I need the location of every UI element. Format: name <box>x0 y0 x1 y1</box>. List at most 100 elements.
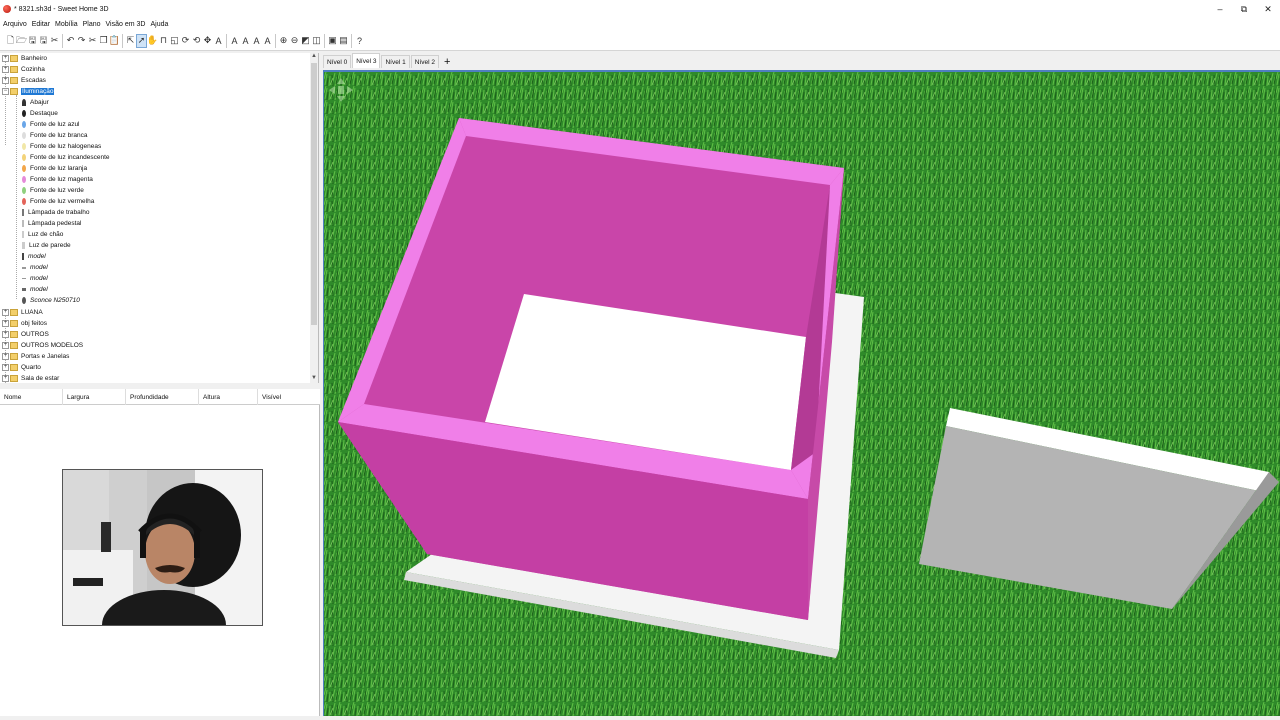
create-walls-icon[interactable]: ⊓ <box>158 34 169 48</box>
redo-icon[interactable]: ↷ <box>76 34 87 48</box>
category-banheiro[interactable]: Banheiro <box>10 53 47 64</box>
italic-text-icon[interactable]: A <box>262 34 273 48</box>
copy-icon[interactable]: ❐ <box>98 34 109 48</box>
catalog-item[interactable]: Fonte de luz branca <box>22 130 87 141</box>
expand-icon[interactable]: + <box>2 331 9 338</box>
expand-icon[interactable]: + <box>2 375 9 382</box>
aerial-view-icon[interactable]: ◩ <box>300 34 311 48</box>
collapse-icon[interactable]: − <box>2 88 9 95</box>
catalog-scrollbar[interactable]: ▲ ▼ <box>310 53 318 383</box>
menu-arquivo[interactable]: Arquivo <box>3 21 27 28</box>
menu-mobilia[interactable]: Mobília <box>55 21 78 28</box>
folder-icon <box>10 55 18 62</box>
catalog-item[interactable]: Fonte de luz magenta <box>22 174 93 185</box>
catalog-item[interactable]: Luz de parede <box>22 240 71 251</box>
column-visivel[interactable]: Visível <box>258 389 320 405</box>
catalog-item[interactable]: model <box>22 262 48 273</box>
preferences-icon[interactable]: ✂ <box>49 34 60 48</box>
3d-view[interactable] <box>323 70 1280 716</box>
category-luana[interactable]: LUANA <box>10 307 43 318</box>
menu-visao-3d[interactable]: Visão em 3D <box>106 21 146 28</box>
catalog-item[interactable]: Lâmpada pedestal <box>22 218 82 229</box>
add-point-icon[interactable]: A <box>213 34 224 48</box>
catalog-item[interactable]: Destaque <box>22 108 58 119</box>
tab-nivel-0[interactable]: Nível 0 <box>323 55 352 68</box>
bold-text-icon[interactable]: A <box>251 34 262 48</box>
furniture-catalog-tree[interactable]: + Banheiro + Cozinha + Escadas − Ilumina… <box>0 53 319 383</box>
catalog-item[interactable]: Sconce N250710 <box>22 295 80 306</box>
category-quarto[interactable]: Quarto <box>10 362 41 373</box>
category-outros-modelos[interactable]: OUTROS MODELOS <box>10 340 83 351</box>
category-cozinha[interactable]: Cozinha <box>10 64 45 75</box>
cut-icon[interactable]: ✂ <box>87 34 98 48</box>
catalog-item[interactable]: Fonte de luz vermelha <box>22 196 94 207</box>
column-profundidade[interactable]: Profundidade <box>126 389 199 405</box>
undo-icon[interactable]: ↶ <box>65 34 76 48</box>
save-icon[interactable]: 🖫 <box>27 34 38 48</box>
create-rooms-icon[interactable]: ◱ <box>169 34 180 48</box>
virtual-visit-icon[interactable]: ◫ <box>311 34 322 48</box>
zoom-out-icon[interactable]: ⊖ <box>289 34 300 48</box>
pedestal-lamp-icon <box>22 220 24 227</box>
create-video-icon[interactable]: ▤ <box>338 34 349 48</box>
expand-icon[interactable]: + <box>2 320 9 327</box>
create-polylines-icon[interactable]: ⟳ <box>180 34 191 48</box>
category-sala-estar[interactable]: Sala de estar <box>10 373 59 383</box>
expand-icon[interactable]: + <box>2 77 9 84</box>
add-furniture-icon[interactable]: ⇱ <box>125 34 136 48</box>
column-nome[interactable]: Nome <box>0 389 63 405</box>
catalog-item[interactable]: Fonte de luz halogeneas <box>22 141 101 152</box>
open-icon[interactable]: 🗁 <box>16 34 27 48</box>
catalog-item[interactable]: Lâmpada de trabalho <box>22 207 89 218</box>
help-icon[interactable]: ? <box>354 34 365 48</box>
column-largura[interactable]: Largura <box>63 389 126 405</box>
paste-icon[interactable]: 📋 <box>109 34 120 48</box>
catalog-item[interactable]: Abajur <box>22 97 49 108</box>
menu-ajuda[interactable]: Ajuda <box>150 21 168 28</box>
menu-plano[interactable]: Plano <box>83 21 101 28</box>
column-altura[interactable]: Altura <box>199 389 258 405</box>
catalog-item[interactable]: model <box>22 251 46 262</box>
expand-icon[interactable]: + <box>2 309 9 316</box>
increase-text-icon[interactable]: A <box>229 34 240 48</box>
maximize-button[interactable]: ⧉ <box>1232 0 1256 18</box>
tab-nivel-3[interactable]: Nível 3 <box>352 53 381 68</box>
catalog-item[interactable]: model <box>22 284 48 295</box>
zoom-in-icon[interactable]: ⊕ <box>278 34 289 48</box>
scroll-down-icon[interactable]: ▼ <box>310 375 318 383</box>
create-dimensions-icon[interactable]: ⟲ <box>191 34 202 48</box>
expand-icon[interactable]: + <box>2 364 9 371</box>
add-level-icon[interactable]: + <box>440 55 454 68</box>
close-button[interactable]: ✕ <box>1256 0 1280 18</box>
catalog-item[interactable]: Fonte de luz incandescente <box>22 152 110 163</box>
create-photo-icon[interactable]: ▣ <box>327 34 338 48</box>
category-obj-feitos[interactable]: obj feitos <box>10 318 47 329</box>
menu-editar[interactable]: Editar <box>32 21 50 28</box>
pan-mode-icon[interactable]: ✋ <box>147 34 158 48</box>
expand-icon[interactable]: + <box>2 66 9 73</box>
minimize-button[interactable]: – <box>1208 0 1232 18</box>
scroll-up-icon[interactable]: ▲ <box>310 53 318 61</box>
expand-icon[interactable]: + <box>2 353 9 360</box>
menu-bar: Arquivo Editar Mobília Plano Visão em 3D… <box>0 18 1280 31</box>
category-portas-janelas[interactable]: Portas e Janelas <box>10 351 69 362</box>
3d-scene[interactable] <box>324 72 1280 716</box>
catalog-item[interactable]: Luz de chão <box>22 229 63 240</box>
catalog-item[interactable]: Fonte de luz verde <box>22 185 84 196</box>
decrease-text-icon[interactable]: A <box>240 34 251 48</box>
select-mode-icon[interactable]: ➚ <box>136 33 147 48</box>
catalog-item[interactable]: Fonte de luz azul <box>22 119 80 130</box>
expand-icon[interactable]: + <box>2 342 9 349</box>
category-iluminacao[interactable]: Iluminação <box>10 86 55 97</box>
create-labels-icon[interactable]: ✥ <box>202 34 213 48</box>
tab-nivel-1[interactable]: Nível 1 <box>381 55 410 68</box>
tab-nivel-2[interactable]: Nível 2 <box>410 55 439 68</box>
save-as-icon[interactable]: 🖫 <box>38 34 49 48</box>
category-escadas[interactable]: Escadas <box>10 75 46 86</box>
expand-icon[interactable]: + <box>2 55 9 62</box>
catalog-item[interactable]: model <box>22 273 48 284</box>
catalog-item[interactable]: Fonte de luz laranja <box>22 163 87 174</box>
scrollbar-thumb[interactable] <box>311 63 317 325</box>
category-outros[interactable]: OUTROS <box>10 329 49 340</box>
new-home-icon[interactable]: 🗋 <box>5 34 16 48</box>
